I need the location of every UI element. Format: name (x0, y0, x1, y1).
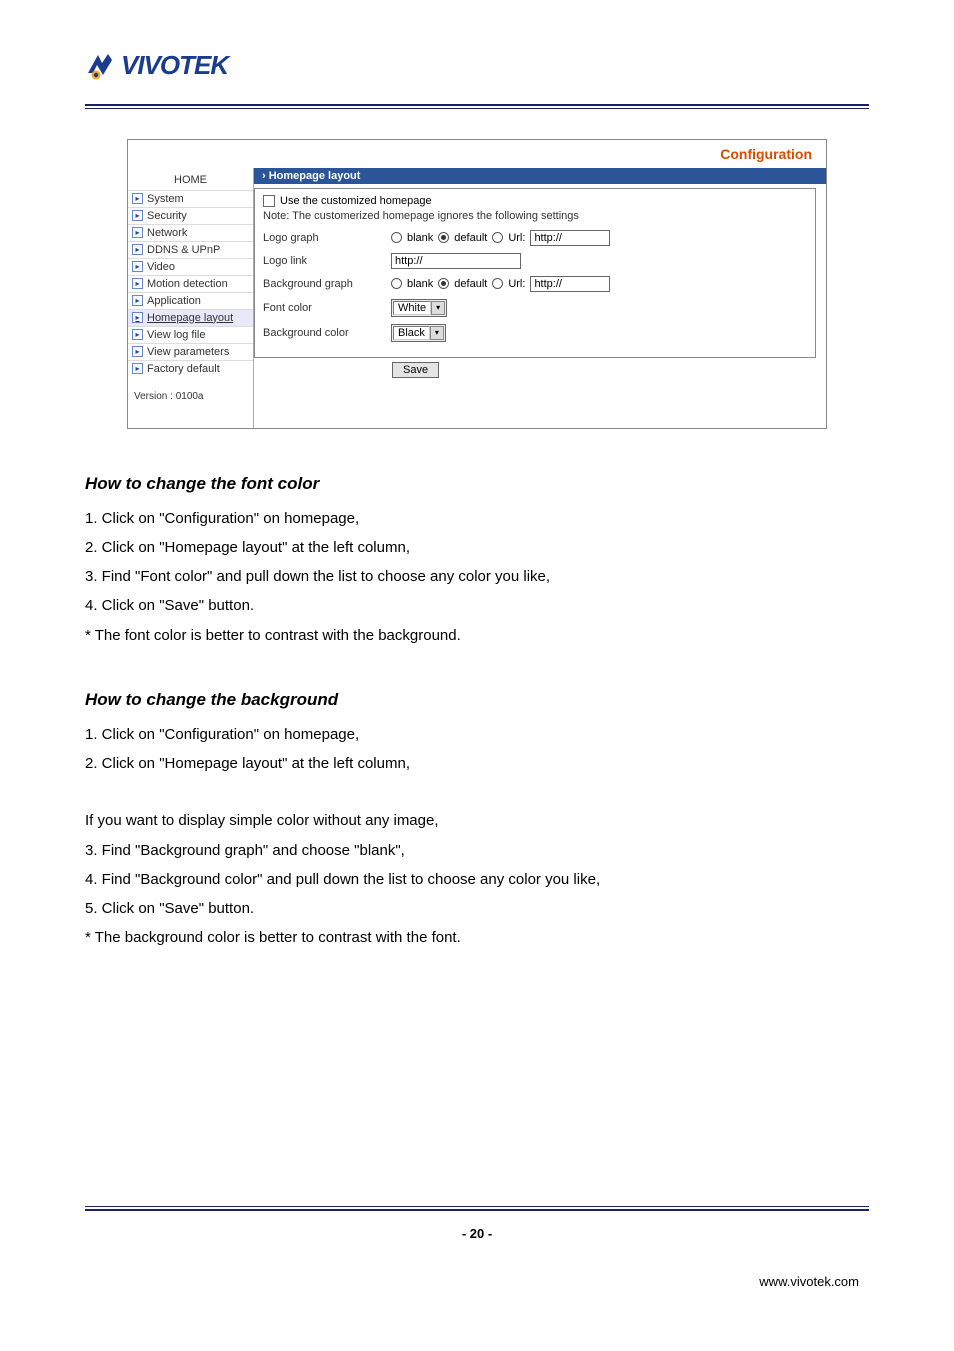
bg-graph-default-radio[interactable] (438, 278, 449, 289)
section2-line: 4. Find "Background color" and pull down… (85, 865, 869, 894)
nav-label: Video (147, 261, 175, 273)
nav-label: Application (147, 295, 201, 307)
arrow-icon: ▸ (132, 295, 143, 306)
bg-color-label: Background color (263, 327, 391, 339)
nav-network[interactable]: ▸ Network (128, 224, 253, 241)
logo-text: VIVOTEK (121, 50, 228, 81)
home-link[interactable]: HOME (128, 168, 253, 190)
section1-line: 4. Click on "Save" button. (85, 591, 869, 620)
section2-line: 5. Click on "Save" button. (85, 894, 869, 923)
nav-ddns-upnp[interactable]: ▸ DDNS & UPnP (128, 241, 253, 258)
arrow-icon: ▸ (132, 346, 143, 357)
note-text: Note: The customerized homepage ignores … (263, 210, 807, 222)
arrow-icon: ▸ (132, 261, 143, 272)
arrow-icon: ▸ (132, 329, 143, 340)
nav-view-parameters[interactable]: ▸ View parameters (128, 343, 253, 360)
arrow-icon: ▸ (132, 227, 143, 238)
use-customized-checkbox[interactable] (263, 195, 275, 207)
logo-link-label: Logo link (263, 255, 391, 267)
use-customized-label: Use the customized homepage (280, 195, 432, 207)
logo-graph-blank-radio[interactable] (391, 232, 402, 243)
font-color-label: Font color (263, 302, 391, 314)
section2-line: 1. Click on "Configuration" on homepage, (85, 720, 869, 749)
arrow-icon: ▸ (132, 278, 143, 289)
logo-mark-icon (85, 51, 115, 81)
save-button[interactable]: Save (392, 362, 439, 378)
section1-line: * The font color is better to contrast w… (85, 621, 869, 650)
chevron-down-icon: ▾ (431, 301, 445, 315)
select-value: Black (393, 326, 430, 340)
nav-video[interactable]: ▸ Video (128, 258, 253, 275)
nav-security[interactable]: ▸ Security (128, 207, 253, 224)
logo-graph-url-radio[interactable] (492, 232, 503, 243)
nav-label: Homepage layout (147, 312, 233, 324)
section1-line: 2. Click on "Homepage layout" at the lef… (85, 533, 869, 562)
section1-line: 1. Click on "Configuration" on homepage, (85, 504, 869, 533)
nav-factory-default[interactable]: ▸ Factory default (128, 360, 253, 377)
section1-line: 3. Find "Font color" and pull down the l… (85, 562, 869, 591)
nav-application[interactable]: ▸ Application (128, 292, 253, 309)
arrow-icon: ▸ (132, 312, 143, 323)
nav-label: View log file (147, 329, 206, 341)
radio-label: default (454, 278, 487, 290)
bg-graph-url-input[interactable] (530, 276, 610, 292)
arrow-icon: ▸ (132, 193, 143, 204)
chevron-down-icon: ▾ (430, 326, 444, 340)
configuration-link[interactable]: Configuration (720, 146, 812, 162)
page-number: - 20 - (0, 1226, 954, 1241)
bg-graph-blank-radio[interactable] (391, 278, 402, 289)
section2-line: If you want to display simple color with… (85, 806, 869, 835)
sidebar: HOME ▸ System ▸ Security ▸ Network ▸ DDNS & … (128, 168, 254, 428)
arrow-icon: ▸ (132, 210, 143, 221)
section2-heading: How to change the background (85, 690, 869, 710)
logo-graph-url-input[interactable] (530, 230, 610, 246)
bottom-divider (85, 1206, 869, 1211)
radio-label: Url: (508, 232, 525, 244)
radio-label: Url: (508, 278, 525, 290)
logo-graph-default-radio[interactable] (438, 232, 449, 243)
nav-label: View parameters (147, 346, 229, 358)
nav-label: DDNS & UPnP (147, 244, 220, 256)
bg-graph-label: Background graph (263, 278, 391, 290)
logo-graph-label: Logo graph (263, 232, 391, 244)
section2-line: * The background color is better to cont… (85, 923, 869, 952)
radio-label: blank (407, 278, 433, 290)
logo: VIVOTEK (85, 50, 869, 86)
radio-label: blank (407, 232, 433, 244)
section-title: Homepage layout (254, 168, 826, 184)
nav-view-log-file[interactable]: ▸ View log file (128, 326, 253, 343)
bg-color-select[interactable]: Black ▾ (391, 324, 446, 342)
nav-motion-detection[interactable]: ▸ Motion detection (128, 275, 253, 292)
version-text: Version : 0100a (128, 377, 253, 410)
section2-line: 3. Find "Background graph" and choose "b… (85, 836, 869, 865)
nav-system[interactable]: ▸ System (128, 190, 253, 207)
nav-label: Network (147, 227, 187, 239)
footer-url: www.vivotek.com (759, 1274, 859, 1289)
top-divider (85, 104, 869, 109)
nav-label: Motion detection (147, 278, 228, 290)
arrow-icon: ▸ (132, 363, 143, 374)
arrow-icon: ▸ (132, 244, 143, 255)
section2-line: 2. Click on "Homepage layout" at the lef… (85, 749, 869, 778)
select-value: White (393, 301, 431, 315)
radio-label: default (454, 232, 487, 244)
section1-heading: How to change the font color (85, 474, 869, 494)
nav-label: Factory default (147, 363, 220, 375)
nav-label: Security (147, 210, 187, 222)
nav-homepage-layout[interactable]: ▸ Homepage layout (128, 309, 253, 326)
logo-link-input[interactable] (391, 253, 521, 269)
bg-graph-url-radio[interactable] (492, 278, 503, 289)
config-screenshot: Configuration HOME ▸ System ▸ Security ▸ Ne… (127, 139, 827, 429)
nav-label: System (147, 193, 184, 205)
font-color-select[interactable]: White ▾ (391, 299, 447, 317)
